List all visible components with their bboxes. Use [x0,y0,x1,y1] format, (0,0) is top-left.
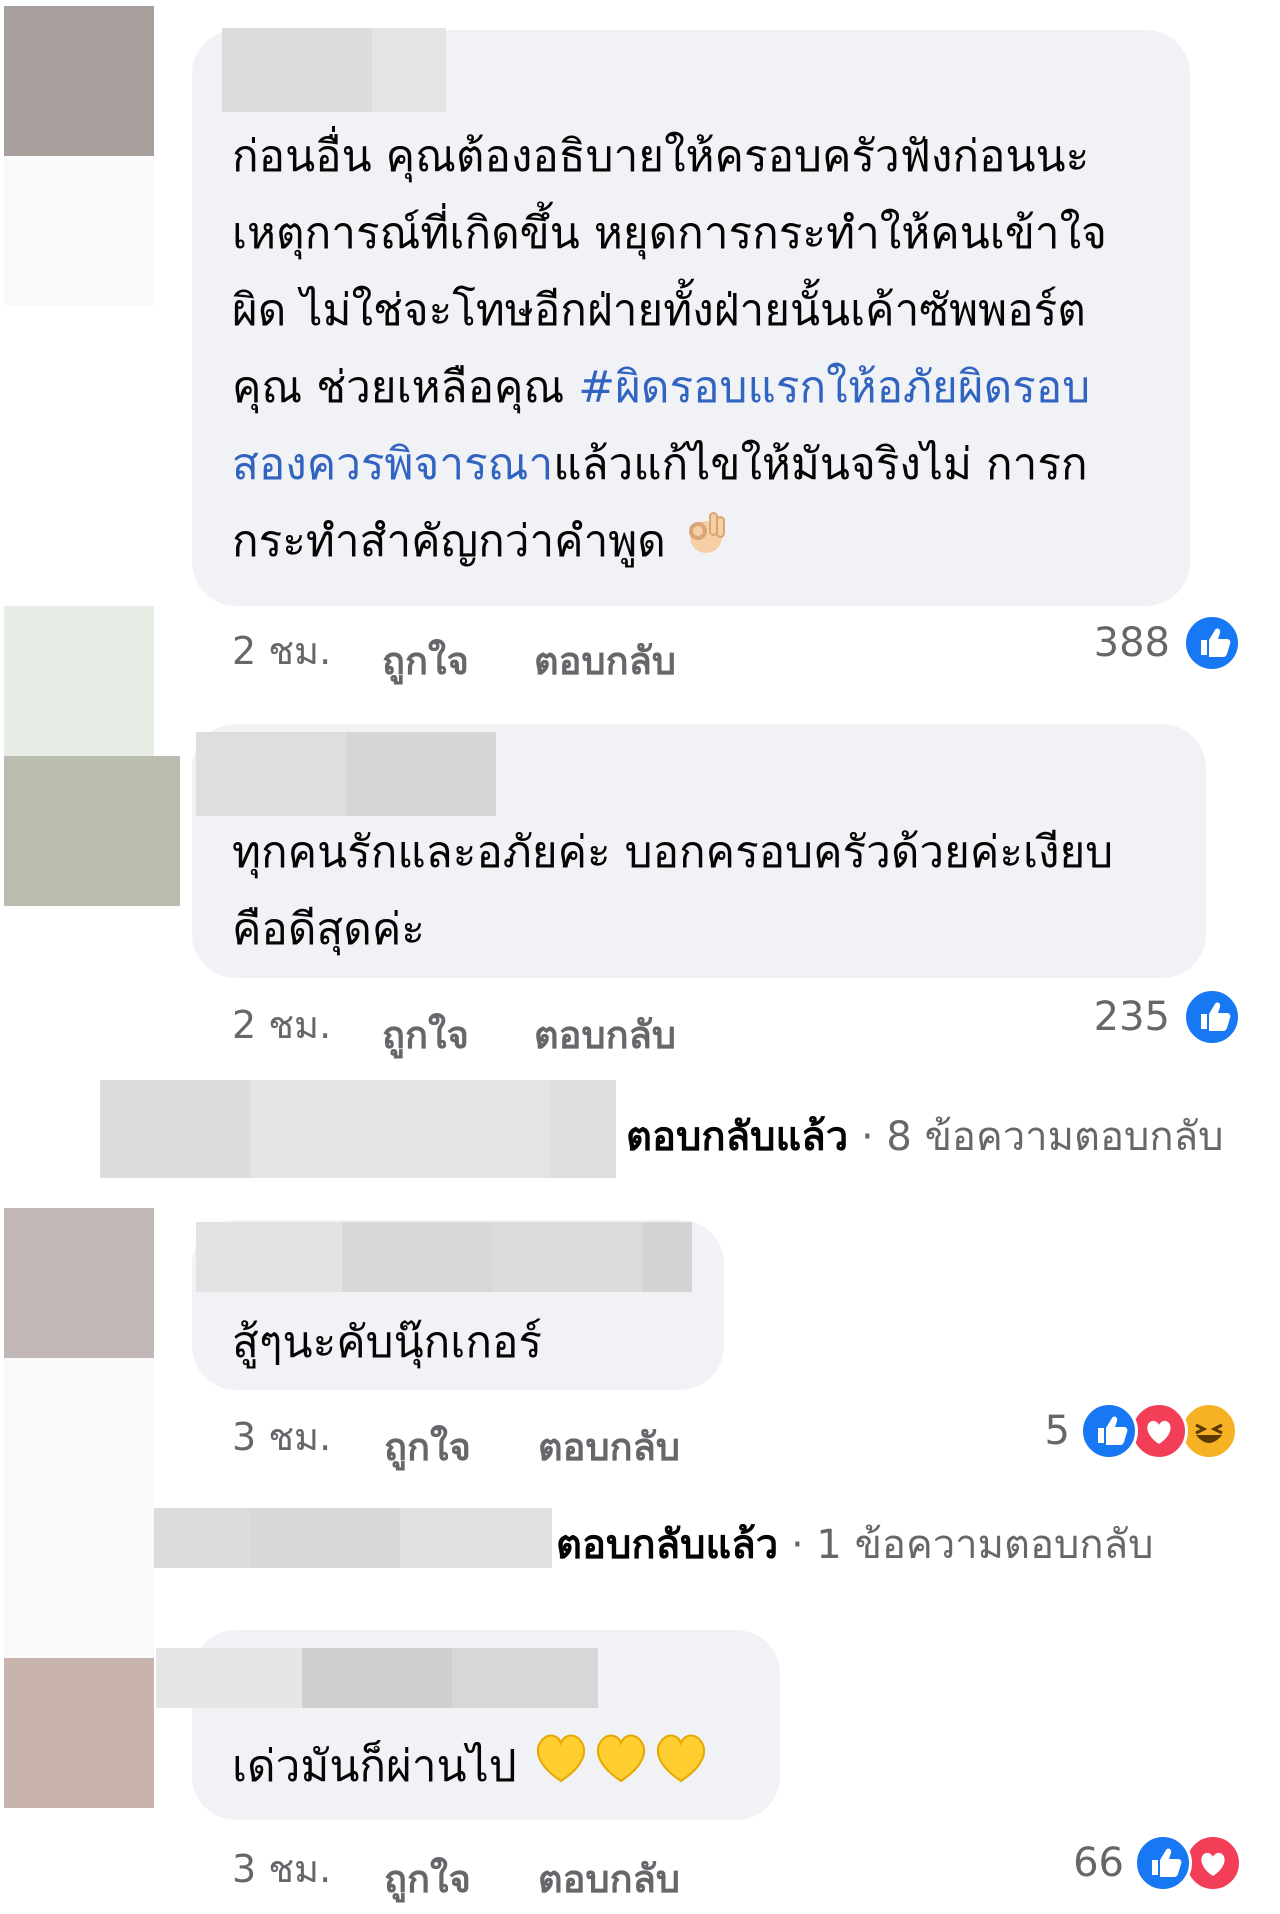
avatar[interactable] [4,756,180,906]
like-button[interactable]: ถูกใจ [382,630,469,691]
avatar[interactable] [4,6,154,156]
reply-avatars-blur[interactable] [250,1080,550,1178]
avatar-blur-bg [4,1508,154,1658]
yellow-heart-icon [651,1729,711,1809]
comment-text: เด่วมันก็ผ่านไป [232,1728,772,1809]
yellow-heart-icon [531,1729,591,1809]
reaction-count[interactable]: 235 [1060,994,1170,1040]
separator: · [790,1522,804,1568]
commenter-name[interactable] [302,1648,452,1708]
reaction-count[interactable]: 388 [1060,620,1170,666]
yellow-heart-icon [591,1729,651,1809]
ok-hand-icon [680,506,732,583]
commenter-name[interactable] [156,1648,302,1708]
replied-label: ตอบกลับแล้ว [626,1114,849,1160]
reply-button[interactable]: ตอบกลับ [534,1004,676,1065]
commenter-name[interactable] [342,1222,492,1292]
like-button[interactable]: ถูกใจ [382,1004,469,1065]
avatar[interactable] [4,1208,154,1358]
comment-text: ทุกคนรักและอภัยค่ะ บอกครอบครัวด้วยค่ะเงี… [232,827,1114,955]
separator: · [860,1114,874,1160]
commenter-name[interactable] [196,732,346,816]
comment-text: ก่อนอื่น คุณต้องอธิบายให้ครอบครัวฟังก่อน… [232,118,1192,583]
reply-avatars-blur[interactable] [250,1508,400,1568]
commenter-name[interactable] [452,1648,598,1708]
reaction-count[interactable]: 66 [1030,1840,1124,1886]
comment-time[interactable]: 3 ชม. [232,1838,331,1899]
reply-avatars-blur[interactable] [100,1080,250,1178]
reply-count: 1 ข้อความตอบกลับ [816,1522,1154,1568]
reply-button[interactable]: ตอบกลับ [534,630,676,691]
commenter-name[interactable] [346,732,496,816]
reply-button[interactable]: ตอบกลับ [538,1848,680,1909]
reply-count: 8 ข้อความตอบกลับ [886,1114,1224,1160]
avatar-blur-bg [4,606,154,756]
comment-time[interactable]: 2 ชม. [232,620,331,681]
commenter-name[interactable] [222,28,372,112]
commenter-name[interactable] [196,1222,342,1292]
comment-time[interactable]: 3 ชม. [232,1406,331,1467]
avatar[interactable] [4,1658,154,1808]
comment-time[interactable]: 2 ชม. [232,994,331,1055]
commenter-name[interactable] [492,1222,642,1292]
commenter-name[interactable] [372,28,446,112]
like-button[interactable]: ถูกใจ [384,1416,471,1477]
like-reaction-icon [1134,1834,1192,1892]
love-reaction-icon [1130,1402,1188,1460]
love-reaction-icon [1184,1834,1242,1892]
avatar-blur-bg [4,156,154,306]
reply-summary[interactable]: ตอบกลับแล้ว · 8 ข้อความตอบกลับ [626,1104,1224,1168]
like-button[interactable]: ถูกใจ [384,1848,471,1909]
like-reaction-icon [1080,1402,1138,1460]
reply-button[interactable]: ตอบกลับ [538,1416,680,1477]
replied-label: ตอบกลับแล้ว [556,1522,779,1568]
like-reaction-icon [1183,988,1241,1046]
comment-text: สู้ๆนะคับนุ๊กเกอร์ [232,1317,543,1368]
avatar-blur-bg [4,1358,154,1508]
like-reaction-icon [1183,614,1241,672]
reply-summary[interactable]: ตอบกลับแล้ว · 1 ข้อความตอบกลับ [556,1512,1154,1576]
haha-reaction-icon [1180,1402,1238,1460]
commenter-name[interactable] [642,1222,692,1292]
reaction-count[interactable]: 5 [990,1408,1070,1454]
reply-avatars-blur[interactable] [550,1080,616,1178]
reply-avatars-blur[interactable] [400,1508,552,1568]
